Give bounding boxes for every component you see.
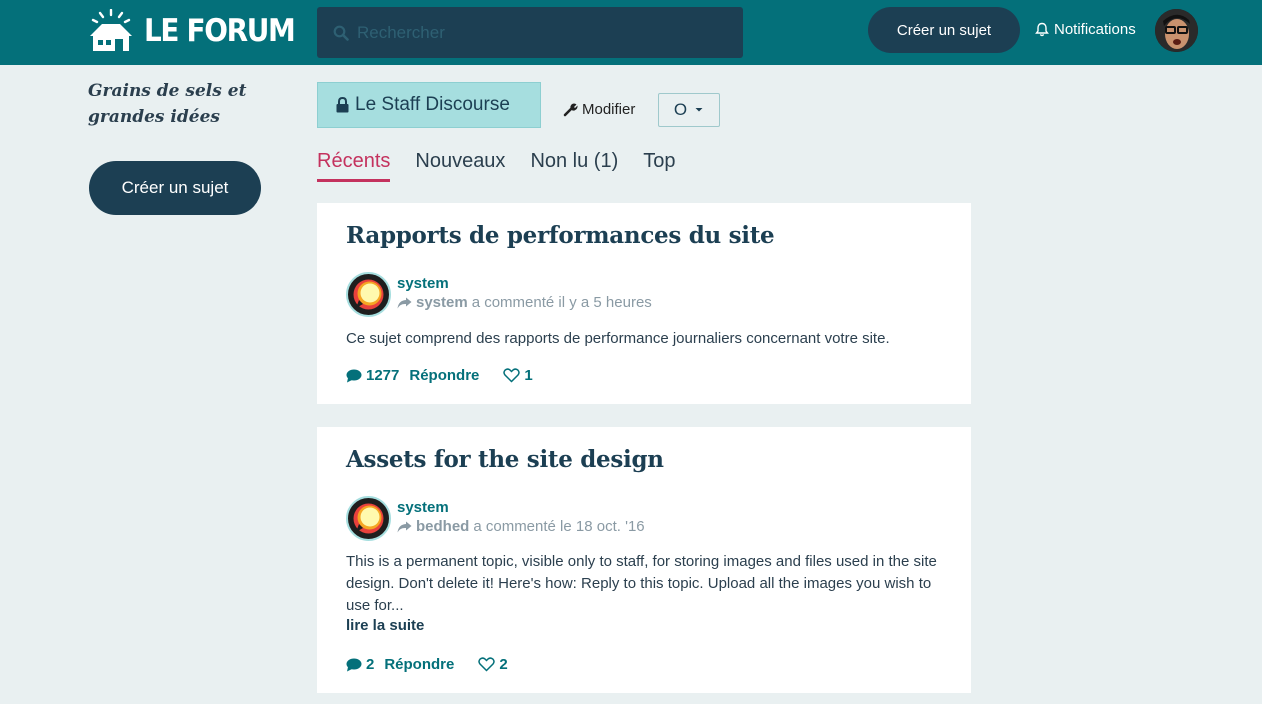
sidebar-create-topic-button[interactable]: Créer un sujet	[89, 161, 261, 215]
discourse-logo-icon	[353, 503, 384, 534]
topic-actions: 2 Répondre 2	[346, 656, 518, 673]
comment-icon	[346, 658, 362, 671]
logo-text: LE FORUM	[144, 13, 296, 49]
house-icon	[90, 9, 132, 51]
poster-avatar[interactable]	[346, 272, 391, 317]
site-logo[interactable]: LE FORUM	[88, 9, 311, 53]
search-box[interactable]	[317, 7, 743, 58]
caret-down-icon	[695, 108, 703, 112]
reply-arrow-icon	[397, 521, 412, 532]
category-badge[interactable]: Le Staff Discourse	[317, 82, 541, 128]
bell-icon	[1035, 22, 1049, 37]
poster-avatar[interactable]	[346, 496, 391, 541]
site-header: LE FORUM Créer un sujet Notifications	[0, 0, 1262, 65]
tab-top[interactable]: Top	[643, 150, 675, 182]
notifications-label: Notifications	[1054, 21, 1136, 38]
modify-label: Modifier	[582, 101, 636, 118]
reply-count[interactable]: 2	[346, 656, 374, 673]
topic-title[interactable]: Rapports de performances du site	[346, 222, 775, 249]
like-count: 1	[524, 367, 533, 384]
topic-card: Assets for the site design system bedhed…	[317, 427, 971, 693]
tab-new[interactable]: Nouveaux	[415, 150, 505, 182]
reply-button[interactable]: Répondre	[409, 367, 479, 384]
search-input[interactable]	[357, 22, 727, 43]
poster-name[interactable]: system	[397, 275, 652, 292]
tab-unread[interactable]: Non lu (1)	[530, 150, 618, 182]
notifications-button[interactable]: Notifications	[1035, 21, 1136, 38]
like-button[interactable]: 1	[503, 367, 533, 384]
discourse-logo-icon	[353, 279, 384, 310]
topic-list-tabs: Récents Nouveaux Non lu (1) Top	[317, 150, 701, 182]
lock-icon	[336, 97, 349, 113]
last-activity-text: a commenté il y a 5 heures	[471, 294, 652, 311]
topic-poster: system system a commenté il y a 5 heures	[346, 272, 652, 317]
topic-actions: 1277 Répondre 1	[346, 367, 543, 384]
read-more-link[interactable]: lire la suite	[346, 617, 424, 634]
last-activity-text: a commenté le 18 oct. '16	[473, 518, 645, 535]
tab-recent[interactable]: Récents	[317, 150, 391, 182]
reply-arrow-icon	[397, 297, 412, 308]
heart-icon	[478, 657, 496, 672]
reply-count[interactable]: 1277	[346, 367, 399, 384]
reply-button[interactable]: Répondre	[384, 656, 454, 673]
modify-category-button[interactable]: Modifier	[563, 101, 635, 118]
search-icon	[333, 25, 349, 41]
notification-level-dropdown[interactable]: O	[658, 93, 720, 127]
last-user[interactable]: system	[416, 294, 468, 311]
comment-icon	[346, 369, 362, 382]
topic-poster: system bedhed a commenté le 18 oct. '16	[346, 496, 645, 541]
topic-title[interactable]: Assets for the site design	[346, 446, 664, 473]
heart-icon	[503, 368, 521, 383]
wrench-icon	[563, 103, 578, 117]
header-create-topic-button[interactable]: Créer un sujet	[868, 7, 1020, 53]
poster-name[interactable]: system	[397, 499, 645, 516]
last-user[interactable]: bedhed	[416, 518, 469, 535]
topic-card: Rapports de performances du site system …	[317, 203, 971, 404]
topic-excerpt: Ce sujet comprend des rapports de perfor…	[346, 330, 890, 347]
last-activity: bedhed a commenté le 18 oct. '16	[397, 518, 645, 535]
like-count: 2	[499, 656, 508, 673]
topic-excerpt: This is a permanent topic, visible only …	[346, 553, 937, 614]
user-avatar[interactable]	[1155, 9, 1198, 52]
category-name: Le Staff Discourse	[355, 94, 510, 115]
like-button[interactable]: 2	[478, 656, 508, 673]
site-tagline: Grains de sels et grandes idées	[88, 81, 247, 127]
last-activity: system a commenté il y a 5 heures	[397, 294, 652, 311]
notification-level-value: O	[673, 100, 688, 119]
user-face-icon	[1155, 9, 1198, 52]
